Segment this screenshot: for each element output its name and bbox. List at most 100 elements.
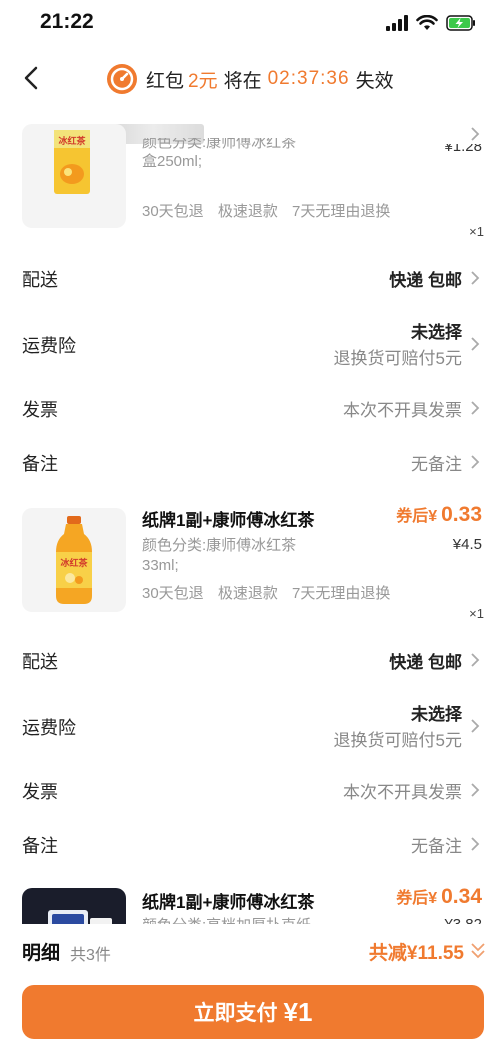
product-1[interactable]: 冰红茶 颜色分类:康师傅冰红茶 盒250ml; ¥1.28 30天包退 极速退款… xyxy=(0,124,500,248)
chevron-right-icon xyxy=(471,271,480,285)
insurance-value: 未选择 xyxy=(411,705,462,724)
back-button[interactable] xyxy=(16,60,46,96)
product-1-tags: 30天包退 极速退款 7天无理由退换 xyxy=(142,200,400,221)
chevron-right-icon xyxy=(471,401,480,415)
nav-bar: 红包 2元 将在 02:37:36 失效 xyxy=(0,50,500,106)
coupon-amount: 2元 xyxy=(188,70,218,92)
chevron-right-icon xyxy=(471,337,480,351)
checkout-bar: 明细 共3件 共减¥11.55 立即支付 ¥1 xyxy=(0,924,500,1047)
playing-cards-box-icon xyxy=(48,910,112,924)
status-time: 21:22 xyxy=(40,10,94,33)
red-packet-timer-icon xyxy=(107,64,137,94)
invoice-value: 本次不开具发票 xyxy=(343,783,462,802)
delivery-label: 配送 xyxy=(22,270,58,290)
tag-7day-return: 7天无理由退换 xyxy=(292,203,391,220)
product-1-price: ¥1.28 xyxy=(444,144,482,155)
chevron-right-icon xyxy=(471,455,480,469)
detail-label[interactable]: 明细 xyxy=(22,938,60,965)
chevron-right-icon xyxy=(471,837,480,851)
product-3-after-price: 券后¥ 0.34 xyxy=(396,884,482,909)
coupon-suffix: 失效 xyxy=(355,70,394,92)
product-1-spec: 颜色分类:康师傅冰红茶 盒250ml; xyxy=(142,138,342,172)
pay-label: 立即支付 xyxy=(193,1002,278,1025)
product-3-spec: 颜色分类:高档加厚扑克纸 xyxy=(142,916,342,924)
total-discount[interactable]: 共减¥11.55 xyxy=(369,938,464,965)
p2-note-row[interactable]: 备注 无备注 xyxy=(0,822,500,864)
status-bar: 21:22 xyxy=(0,0,500,46)
chevron-right-icon xyxy=(471,719,480,733)
product-3-orig-price: ¥3.82 xyxy=(444,916,482,924)
coupon-prefix: 红包 xyxy=(146,70,185,92)
iced-tea-carton-icon: 冰红茶 xyxy=(54,130,90,194)
iced-tea-bottle-icon: 冰红茶 xyxy=(56,516,92,604)
invoice-value: 本次不开具发票 xyxy=(343,401,462,420)
insurance-label: 运费险 xyxy=(22,336,76,356)
delivery-label: 配送 xyxy=(22,652,58,672)
note-value: 无备注 xyxy=(411,837,462,856)
tag-return-30: 30天包退 xyxy=(142,203,204,220)
svg-text:冰红茶: 冰红茶 xyxy=(58,135,86,147)
signal-icon xyxy=(386,15,408,31)
p1-invoice-row[interactable]: 发票 本次不开具发票 xyxy=(0,386,500,428)
after-coupon-label: 券后¥ xyxy=(396,508,438,525)
note-label: 备注 xyxy=(22,836,58,856)
product-2-spec-line1: 颜色分类:康师傅冰红茶 xyxy=(142,537,297,554)
p1-note-row[interactable]: 备注 无备注 xyxy=(0,440,500,482)
product-2-title: 纸牌1副+康师傅冰红茶 xyxy=(142,511,315,530)
coupon-countdown: 红包 2元 将在 02:37:36 失效 xyxy=(106,62,400,96)
after-coupon-value: 0.34 xyxy=(441,885,482,908)
product-3-title: 纸牌1副+康师傅冰红茶 xyxy=(142,893,315,912)
invoice-label: 发票 xyxy=(22,400,58,420)
delivery-value: 快递 包邮 xyxy=(389,271,462,290)
insurance-sub: 退换货可赔付5元 xyxy=(333,731,462,750)
insurance-value: 未选择 xyxy=(411,323,462,342)
invoice-label: 发票 xyxy=(22,782,58,802)
svg-text:冰红茶: 冰红茶 xyxy=(60,557,88,569)
coupon-mid-text: 将在 xyxy=(223,70,262,92)
order-content[interactable]: 冰红茶 颜色分类:康师傅冰红茶 盒250ml; ¥1.28 30天包退 极速退款… xyxy=(0,106,500,924)
chevron-right-icon xyxy=(471,127,480,141)
product-2-tags: 30天包退 极速退款 7天无理由退换 xyxy=(142,582,400,603)
product-1-image[interactable]: 冰红茶 xyxy=(22,124,126,228)
double-chevron-down-icon[interactable] xyxy=(470,942,486,960)
product-2-qty: ×1 xyxy=(469,606,484,621)
pay-now-button[interactable]: 立即支付 ¥1 xyxy=(22,985,484,1039)
product-2-orig-price: ¥4.5 xyxy=(452,536,482,553)
tag-return-30: 30天包退 xyxy=(142,585,204,602)
insurance-sub: 退换货可赔付5元 xyxy=(333,349,462,368)
p1-delivery-row[interactable]: 配送 快递 包邮 xyxy=(0,256,500,300)
p2-delivery-row[interactable]: 配送 快递 包邮 xyxy=(0,638,500,682)
countdown-timer: 02:37:36 xyxy=(267,68,350,89)
product-2[interactable]: 冰红茶 纸牌1副+康师傅冰红茶 券后¥ 0.33 颜色分类:康师傅冰红茶 33ml… xyxy=(0,496,500,632)
battery-charging-icon xyxy=(446,15,475,31)
delivery-value: 快递 包邮 xyxy=(389,653,462,672)
after-coupon-label: 券后¥ xyxy=(396,890,438,907)
tag-fast-refund: 极速退款 xyxy=(217,203,278,220)
chevron-right-icon xyxy=(471,783,480,797)
product-2-spec: 颜色分类:康师傅冰红茶 33ml; xyxy=(142,536,342,576)
pay-amount: ¥1 xyxy=(283,996,313,1027)
p2-insurance-row[interactable]: 运费险 未选择 退换货可赔付5元 xyxy=(0,694,500,754)
product-2-after-price: 券后¥ 0.33 xyxy=(396,502,482,527)
product-3-image[interactable] xyxy=(22,888,126,924)
product-3[interactable]: 纸牌1副+康师傅冰红茶 券后¥0.34 颜色分类:高档加厚扑克纸 ¥3.82 xyxy=(0,878,500,924)
product-2-image[interactable]: 冰红茶 xyxy=(22,508,126,612)
insurance-label: 运费险 xyxy=(22,718,76,738)
chevron-right-icon xyxy=(471,653,480,667)
p2-invoice-row[interactable]: 发票 本次不开具发票 xyxy=(0,768,500,810)
product-1-qty: ×1 xyxy=(469,224,484,239)
item-count: 共3件 xyxy=(70,947,111,964)
note-value: 无备注 xyxy=(411,455,462,474)
product-1-spec-line1: 颜色分类:康师傅冰红茶 xyxy=(142,138,297,151)
after-coupon-value: 0.33 xyxy=(441,503,482,526)
tag-fast-refund: 极速退款 xyxy=(217,585,278,602)
tag-7day-return: 7天无理由退换 xyxy=(292,585,391,602)
p1-insurance-row[interactable]: 运费险 未选择 退换货可赔付5元 xyxy=(0,312,500,372)
status-icons xyxy=(386,12,476,34)
product-3-spec-line1: 颜色分类:高档加厚扑克纸 xyxy=(142,916,342,924)
wifi-icon xyxy=(416,15,438,30)
back-arrow-icon xyxy=(24,66,38,90)
product-1-spec-line2: 盒250ml; xyxy=(142,153,203,170)
note-label: 备注 xyxy=(22,454,58,474)
product-2-spec-line2: 33ml; xyxy=(142,557,179,574)
